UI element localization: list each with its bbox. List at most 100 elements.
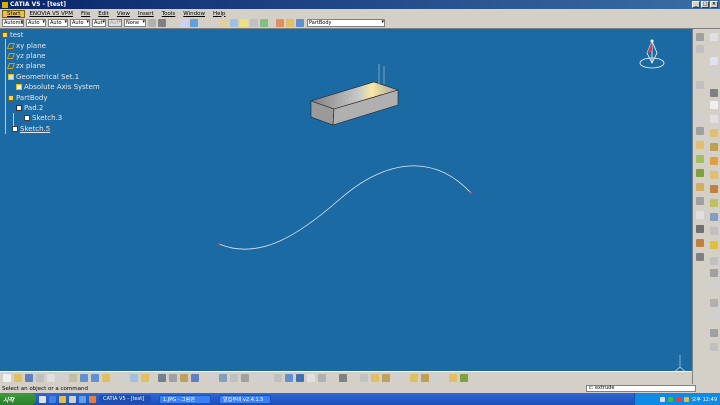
pad-solid[interactable] [310,64,399,126]
quicklaunch-icon[interactable] [49,395,56,403]
body-icon[interactable] [296,19,304,27]
scan-icon[interactable] [141,374,149,382]
catalog-icon[interactable] [158,374,166,382]
toolbar-icon[interactable] [710,241,718,249]
painter-icon[interactable] [148,19,156,27]
cut-icon[interactable] [47,374,55,382]
construction-icon[interactable] [250,19,258,27]
minimize-button[interactable]: _ [692,1,700,8]
paste-icon[interactable] [69,374,77,382]
toolbar-icon[interactable] [696,197,704,205]
save-icon[interactable] [25,374,33,382]
toolbar-icon[interactable] [710,199,718,207]
toolbar-icon[interactable] [696,155,704,163]
snap-icon[interactable] [240,19,248,27]
menu-insert[interactable]: Insert [134,11,158,17]
toolbar-icon[interactable] [710,299,718,307]
menu-enovia[interactable]: ENOVIA V5 VPM [25,11,77,17]
toolbar-icon[interactable] [696,127,704,135]
tree-item-sketch3[interactable]: Sketch.3 [24,114,62,122]
fly-icon[interactable] [208,374,216,382]
toolbar-icon[interactable] [710,343,718,351]
toolbar-icon[interactable] [710,213,718,221]
draft-icon[interactable] [432,374,440,382]
boolean-icon[interactable] [286,19,294,27]
quicklaunch-icon[interactable] [89,395,96,403]
layer-disabled-combo[interactable]: Aut [108,19,122,27]
toolbar-icon[interactable] [696,45,704,53]
table-icon[interactable] [169,374,177,382]
tree-root[interactable]: test [2,31,23,39]
iso-view-icon[interactable] [285,374,293,382]
grid-icon[interactable] [230,19,238,27]
toolbar-icon[interactable] [710,311,718,319]
3d-viewport[interactable]: test xy plane yz plane zx plane Geometri… [0,29,692,384]
toolbar-icon[interactable] [710,33,718,41]
open-icon[interactable] [14,374,22,382]
toolbar-icon[interactable] [696,239,704,247]
pocket-icon[interactable] [371,374,379,382]
tray-icon[interactable] [659,396,665,402]
tree-item-yz-plane[interactable]: yz plane [6,52,45,60]
fit-all-icon[interactable] [219,374,227,382]
tree-item-axis-system[interactable]: Absolute Axis System [16,83,100,91]
toolbar-icon[interactable] [710,143,718,151]
toolbar-icon[interactable] [710,129,718,137]
sketch-icon[interactable] [180,19,188,27]
tree-item-zx-plane[interactable]: zx plane [6,62,45,70]
toolbar-icon[interactable] [696,183,704,191]
normal-view-icon[interactable] [274,374,282,382]
quicklaunch-icon[interactable] [39,395,46,403]
shading-icon[interactable] [296,374,304,382]
shaft-icon[interactable] [382,374,390,382]
chamfer-icon[interactable] [421,374,429,382]
rotate-icon[interactable] [241,374,249,382]
fillet-icon[interactable] [410,374,418,382]
zoom-out-icon[interactable] [263,374,271,382]
toolbar-icon[interactable] [710,257,718,265]
compass-icon[interactable] [634,37,670,71]
color-combo[interactable]: Automa [2,19,24,27]
toolbar-icon[interactable] [710,69,718,77]
maximize-button[interactable]: □ [701,1,709,8]
zoom-in-icon[interactable] [252,374,260,382]
menu-window[interactable]: Window [179,11,209,17]
help-icon[interactable] [102,374,110,382]
tree-item-partbody[interactable]: PartBody [8,94,48,102]
toolbar-icon[interactable] [696,169,704,177]
toolbar-icon[interactable] [710,185,718,193]
print-icon[interactable] [36,374,44,382]
pad-tool-icon[interactable] [360,374,368,382]
tray-icon[interactable] [683,396,689,402]
groove-icon[interactable] [393,374,401,382]
tray-icon[interactable] [675,396,681,402]
axis-icon[interactable] [220,19,228,27]
redo-icon[interactable] [91,374,99,382]
quicklaunch-icon[interactable] [79,395,86,403]
menu-start[interactable]: Start [2,9,26,18]
toolbar-icon[interactable] [710,89,718,97]
spline-end-point[interactable] [470,192,472,194]
spline-start-point[interactable] [218,243,220,245]
toolbar-icon[interactable] [710,115,718,123]
start-button[interactable]: 시작 [0,393,36,405]
menu-help[interactable]: Help [209,11,230,17]
transparency-combo[interactable]: Auto [26,19,46,27]
copy-icon[interactable] [58,374,66,382]
toolbar-icon[interactable] [696,33,704,41]
toolbar-icon[interactable] [696,141,704,149]
hide-show-icon[interactable] [307,374,315,382]
toolbar-icon[interactable] [710,171,718,179]
toolbar-icon[interactable] [710,329,718,337]
line-type-combo[interactable]: Auto [70,19,90,27]
task-movie[interactable]: 알집무비 v2.4.1.5 [219,394,271,404]
constraint-icon[interactable] [260,19,268,27]
menu-view[interactable]: View [113,11,134,17]
rules-icon[interactable] [191,374,199,382]
toolbar-icon[interactable] [696,81,704,89]
pan-icon[interactable] [230,374,238,382]
properties-icon[interactable] [158,19,166,27]
toolbar-icon[interactable] [696,225,704,233]
tree-item-pad[interactable]: Pad.2 [16,104,43,112]
mirror-icon[interactable] [449,374,457,382]
